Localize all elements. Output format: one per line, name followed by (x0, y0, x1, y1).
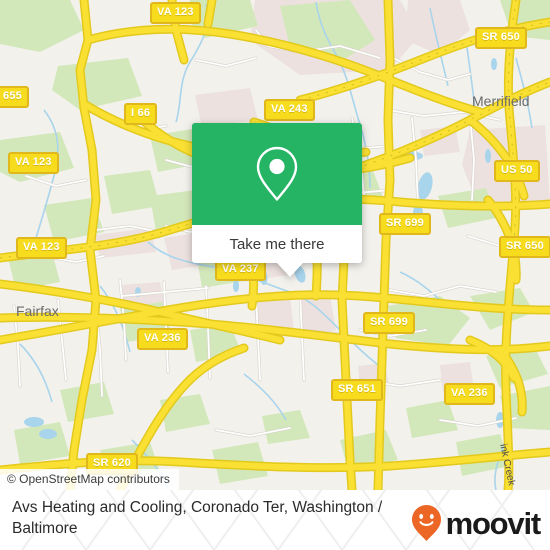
road-shield: US 50 (494, 160, 540, 182)
road-shield: SR 651 (331, 379, 383, 401)
moovit-wordmark: moovit (445, 505, 542, 541)
road-shield: SR 650 (499, 236, 550, 258)
place-label: Merrifield (472, 93, 530, 109)
road-shield: VA 243 (264, 99, 315, 121)
road-shield: VA 123 (16, 237, 67, 259)
moovit-brand[interactable]: moovit (410, 504, 542, 542)
road-shield: 655 (0, 86, 29, 108)
road-shield: I 66 (124, 103, 158, 125)
road-shield: VA 236 (444, 383, 495, 405)
road-shield: SR 699 (379, 213, 431, 235)
road-shield: SR 650 (475, 27, 527, 49)
map-canvas[interactable]: VA 123 SR 650 655 I 66 VA 243 VA 123 US 50 SR 6… (0, 0, 550, 490)
map-screenshot: VA 123 SR 650 655 I 66 VA 243 VA 123 US 50 SR 6… (0, 0, 550, 550)
take-me-there-label: Take me there (229, 235, 325, 253)
location-popup[interactable]: Take me there (192, 123, 362, 277)
osm-attribution[interactable]: © OpenStreetMap contributors (0, 469, 179, 490)
road-shield: VA 123 (150, 2, 201, 24)
footer-bar: Avs Heating and Cooling, Coronado Ter, W… (0, 490, 550, 550)
popup-tail (277, 263, 303, 277)
road-shield: VA 236 (137, 328, 188, 350)
place-label: Fairfax (16, 303, 59, 319)
moovit-smiley-pin-icon (411, 505, 441, 541)
place-caption: Avs Heating and Cooling, Coronado Ter, W… (12, 499, 383, 537)
road-shield: VA 123 (8, 152, 59, 174)
road-shield: SR 699 (363, 312, 415, 334)
popup-header (192, 123, 362, 225)
map-pin-icon (256, 146, 298, 201)
popup-action[interactable]: Take me there (192, 225, 362, 263)
